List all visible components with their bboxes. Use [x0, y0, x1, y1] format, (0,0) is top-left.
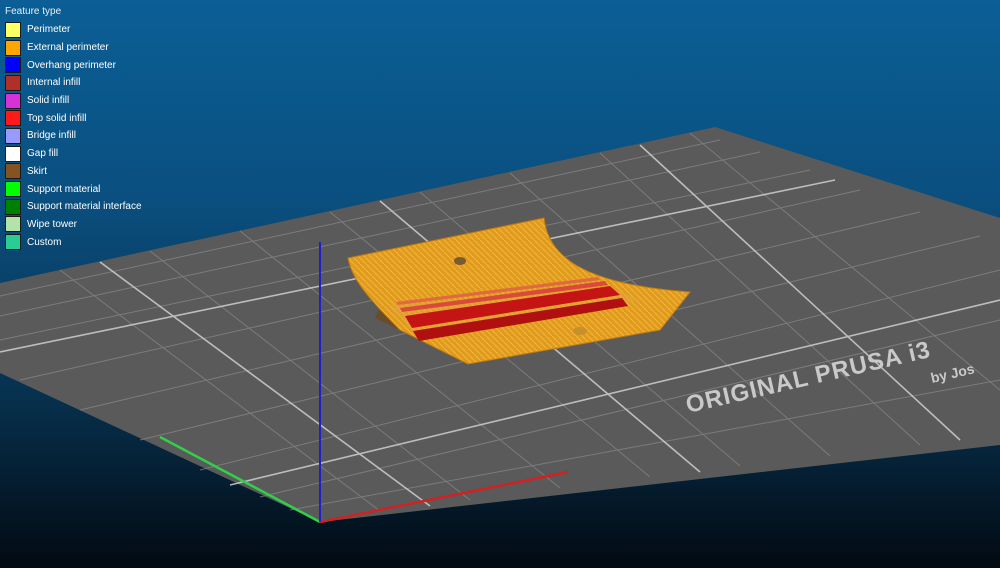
legend-swatch: [5, 181, 21, 198]
legend-title: Feature type: [5, 6, 62, 17]
legend-swatch: [5, 127, 21, 144]
legend-item: Gap fill: [5, 145, 142, 163]
legend-swatch: [5, 234, 21, 251]
legend-swatch: [5, 110, 21, 127]
legend-label: Solid infill: [27, 95, 70, 107]
legend-label: Gap fill: [27, 148, 59, 160]
feature-type-legend: Feature type Perimeter External perimete…: [5, 6, 142, 251]
legend-item: Overhang perimeter: [5, 56, 142, 74]
3d-viewport[interactable]: ORIGINAL PRUSA i3 by Jos: [0, 0, 1000, 568]
legend-label: External perimeter: [27, 42, 109, 54]
legend-swatch: [5, 21, 21, 38]
legend-label: Support material interface: [27, 201, 142, 213]
legend-item: Internal infill: [5, 74, 142, 92]
legend-label: Custom: [27, 236, 62, 248]
legend-item: External perimeter: [5, 39, 142, 57]
legend-label: Bridge infill: [27, 130, 76, 142]
legend-swatch: [5, 92, 21, 109]
legend-swatch: [5, 216, 21, 233]
legend-label: Top solid infill: [27, 112, 87, 124]
legend-swatch: [5, 39, 21, 56]
legend-swatch: [5, 145, 21, 162]
legend-swatch: [5, 198, 21, 215]
legend-item: Bridge infill: [5, 127, 142, 145]
legend-item: Support material: [5, 180, 142, 198]
legend-swatch: [5, 57, 21, 74]
legend-item: Top solid infill: [5, 109, 142, 127]
legend-item: Support material interface: [5, 198, 142, 216]
legend-label: Support material: [27, 183, 101, 195]
legend-swatch: [5, 74, 21, 91]
legend-label: Internal infill: [27, 77, 81, 89]
legend-item: Custom: [5, 233, 142, 251]
legend-item: Skirt: [5, 163, 142, 181]
legend-swatch: [5, 163, 21, 180]
legend-label: Perimeter: [27, 24, 71, 36]
legend-label: Wipe tower: [27, 218, 78, 230]
legend-item: Wipe tower: [5, 216, 142, 234]
legend-item: Perimeter: [5, 21, 142, 39]
legend-item: Solid infill: [5, 92, 142, 110]
legend-label: Overhang perimeter: [27, 59, 116, 71]
legend-label: Skirt: [27, 165, 47, 177]
